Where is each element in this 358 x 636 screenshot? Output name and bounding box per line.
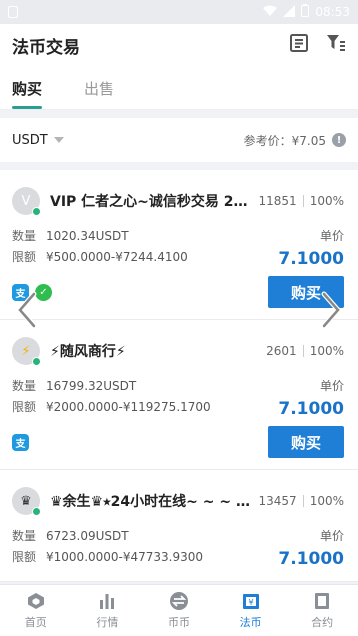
info-icon[interactable]: !	[332, 133, 346, 147]
contract-icon	[312, 591, 332, 611]
avatar[interactable]: ⚡	[12, 337, 41, 366]
filter-icon[interactable]	[326, 34, 346, 56]
merchant-stats: 2601 100%	[266, 344, 344, 358]
trade-count: 11851	[258, 194, 297, 208]
status-time: 08:53	[315, 5, 350, 19]
completion-rate: 100%	[309, 194, 344, 208]
fiat-icon: ¥	[241, 591, 261, 611]
page-title: 法币交易	[12, 37, 80, 58]
alipay-icon: 支	[12, 433, 29, 451]
order-list-icon[interactable]	[290, 34, 308, 56]
quantity-row: 数量 1020.34USDT	[12, 229, 129, 243]
offer-card: ♛ ♛余生♛⭑24小时在线~ ~ ~ ~... 13457 100% 数量 672…	[0, 470, 358, 582]
home-icon	[26, 591, 46, 611]
currency-label: USDT	[12, 132, 48, 148]
completion-rate: 100%	[309, 344, 344, 358]
unit-price: 7.1000	[278, 249, 344, 269]
currency-selector[interactable]: USDT	[12, 133, 64, 148]
unit-price: 7.1000	[278, 399, 344, 419]
limit-value: ¥500.0000-¥7244.4100	[46, 250, 188, 264]
signal-icon	[283, 4, 296, 20]
online-status-dot	[32, 507, 41, 516]
online-status-dot	[32, 207, 41, 216]
quantity-value: 6723.09USDT	[46, 529, 129, 543]
status-bar: 08:53	[0, 0, 358, 24]
limit-row: 限额 ¥500.0000-¥7244.4100	[12, 250, 188, 264]
unit-price-label: 单价	[319, 229, 344, 243]
quantity-value: 16799.32USDT	[46, 379, 137, 393]
nav-item-market[interactable]: 行情	[72, 585, 144, 636]
svg-text:¥: ¥	[248, 598, 253, 607]
limit-value: ¥2000.0000-¥119275.1700	[46, 400, 211, 414]
offer-card: V VIP 仁者之心~诚信秒交易 24小... 11851 100% 数量102…	[0, 170, 358, 320]
nav-item-contract[interactable]: 合约	[286, 585, 358, 636]
limit-value: ¥1000.0000-¥47733.9300	[46, 550, 204, 564]
currency-filter-bar: USDT 参考价：¥7.05 !	[0, 118, 358, 162]
previous-arrow-icon[interactable]	[12, 290, 42, 330]
limit-row: 限额 ¥2000.0000-¥119275.1700	[12, 400, 211, 414]
coin-icon	[169, 591, 189, 611]
merchant-stats: 13457 100%	[259, 494, 345, 508]
merchant-name[interactable]: ♛余生♛⭑24小时在线~ ~ ~ ~...	[50, 491, 251, 511]
app-bar: 法币交易	[0, 24, 358, 66]
offer-list: V VIP 仁者之心~诚信秒交易 24小... 11851 100% 数量102…	[0, 170, 358, 582]
limit-row: 限额 ¥1000.0000-¥47733.9300	[12, 550, 204, 564]
trade-count: 13457	[258, 494, 297, 508]
quantity-row: 数量 6723.09USDT	[12, 529, 129, 543]
next-arrow-icon[interactable]	[316, 290, 346, 330]
trade-tabs: 购买 出售	[0, 66, 358, 110]
offer-card: ⚡ ⚡随风商行⚡ 2601 100% 数量 16799.32USDT 限额 ¥200…	[0, 320, 358, 470]
buy-button[interactable]: 购买	[268, 426, 344, 458]
quantity-row: 数量 16799.32USDT	[12, 379, 137, 393]
trade-count: 2601	[266, 344, 297, 358]
payment-methods: 支	[12, 433, 29, 451]
nav-item-fiat[interactable]: ¥ 法币	[215, 585, 287, 636]
merchant-name[interactable]: ⚡随风商行⚡	[50, 341, 258, 361]
completion-rate: 100%	[309, 494, 344, 508]
reference-price-label: 参考价：¥7.05	[243, 133, 326, 148]
bottom-navigation: 首页 行情 币币 ¥ 法币 合约	[0, 584, 358, 636]
battery-icon	[301, 4, 310, 20]
notification-icon	[8, 6, 18, 18]
avatar[interactable]: ♛	[12, 487, 41, 516]
merchant-name[interactable]: VIP 仁者之心~诚信秒交易 24小...	[50, 191, 251, 211]
quantity-value: 1020.34USDT	[46, 229, 129, 243]
tab-sell[interactable]: 出售	[84, 78, 114, 109]
unit-price-label: 单价	[319, 379, 344, 393]
unit-price-label: 单价	[319, 529, 344, 543]
unit-price: 7.1000	[278, 549, 344, 569]
nav-item-coin[interactable]: 币币	[143, 585, 215, 636]
reference-price: 参考价：¥7.05 !	[244, 132, 346, 149]
tab-buy[interactable]: 购买	[12, 78, 43, 109]
avatar[interactable]: V	[12, 187, 41, 216]
wifi-icon	[263, 5, 278, 20]
market-icon	[97, 591, 117, 611]
nav-item-home[interactable]: 首页	[0, 585, 72, 636]
merchant-stats: 11851 100%	[259, 194, 345, 208]
online-status-dot	[32, 357, 41, 366]
dropdown-triangle-icon	[53, 137, 64, 143]
